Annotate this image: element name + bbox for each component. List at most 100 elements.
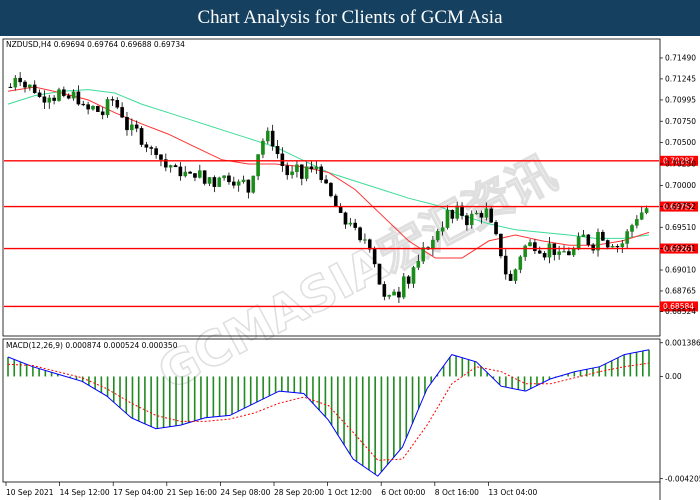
candle-body (499, 233, 503, 257)
candle-body (523, 245, 527, 258)
candle-body (130, 124, 134, 131)
candle-body (202, 170, 207, 184)
x-tick-label: 21 Sep 16:00 (167, 488, 217, 497)
candle-body (183, 171, 188, 177)
price-tick-label: 0.69510 (665, 223, 696, 232)
candle-body (139, 128, 144, 145)
candle-body (503, 255, 508, 275)
candle-body (411, 267, 416, 284)
candle-body (533, 242, 537, 252)
price-tick-label: 0.69261 (665, 244, 696, 253)
candle-body (198, 170, 202, 178)
candle (333, 193, 338, 207)
x-tick-label: 28 Sep 20:00 (274, 488, 324, 497)
candle (401, 272, 406, 300)
candle-body (159, 154, 163, 160)
candle-body (474, 212, 479, 215)
candle-body (562, 251, 566, 253)
x-tick-label: 24 Sep 08:00 (220, 488, 270, 497)
candle (377, 263, 382, 285)
candle-body (144, 144, 149, 148)
candle (217, 176, 222, 187)
price-tick-label: 0.69010 (665, 266, 696, 275)
candle-body (601, 231, 605, 241)
candle-body (18, 77, 22, 83)
candle-body (401, 276, 406, 298)
candle (358, 226, 362, 243)
candle-body (387, 295, 392, 297)
candle-body (406, 276, 411, 284)
price-tick-label: 0.71245 (665, 75, 696, 84)
candle-body (576, 236, 581, 250)
candle (139, 126, 144, 148)
candle-body (358, 227, 362, 241)
candle-body (115, 100, 120, 108)
candle-body (32, 84, 37, 93)
candle-body (309, 166, 314, 170)
candle-body (285, 165, 290, 176)
candle-body (455, 205, 459, 219)
candle-body (348, 222, 353, 225)
price-tick-label: 0.69752 (665, 202, 696, 211)
candle-body (431, 239, 435, 250)
price-tick-label: 0.71490 (665, 54, 696, 63)
candle-body (445, 210, 450, 228)
price-tick-label: 0.70500 (665, 138, 696, 147)
candle-body (193, 173, 197, 178)
candle-body (178, 166, 183, 177)
candle-body (232, 181, 236, 186)
candle-body (518, 256, 523, 270)
candle-body (479, 212, 484, 218)
candle-body (392, 291, 396, 296)
candle-body (630, 225, 634, 232)
candle-body (465, 215, 469, 226)
candle-body (329, 182, 333, 197)
candle-body (382, 284, 387, 297)
candle-body (52, 97, 56, 101)
macd-tick-label: 0.00 (665, 372, 682, 381)
candle-body (494, 222, 498, 235)
candle-body (13, 77, 18, 88)
x-tick-label: 6 Oct 00:00 (381, 488, 425, 497)
candle-body (338, 206, 343, 213)
macd-label: MACD(12,26,9) 0.000874 0.000524 0.000350 (6, 341, 178, 350)
candle-body (513, 269, 518, 281)
candle-body (508, 273, 513, 281)
candle-body (469, 213, 474, 226)
candle-body (110, 99, 115, 101)
candle-body (81, 103, 86, 106)
candle-body (227, 175, 231, 183)
macd-tick-label: -0.004205 (665, 474, 700, 483)
candle-body (319, 166, 324, 180)
candle-body (168, 165, 173, 168)
candle (329, 181, 333, 198)
candle-body (450, 210, 455, 219)
candle-body (537, 250, 542, 254)
x-tick-label: 13 Oct 04:00 (488, 488, 537, 497)
candle-body (557, 251, 561, 255)
candle-body (8, 86, 13, 89)
candle-body (372, 249, 377, 265)
candle-body (149, 147, 154, 149)
candle-body (299, 164, 304, 179)
candle-body (134, 124, 139, 129)
candle-body (207, 177, 212, 184)
price-tick-label: 0.70250 (665, 160, 696, 169)
candle-body (295, 164, 299, 172)
candle-body (333, 195, 338, 207)
candle-body (377, 263, 382, 285)
candle-body (484, 208, 489, 218)
symbol-header: NZDUSD,H4 0.69694 0.69764 0.69688 0.6973… (6, 40, 185, 49)
candle-body (635, 219, 639, 226)
candle-body (57, 89, 61, 101)
candle-body (416, 260, 421, 268)
price-tick-label: 0.70000 (665, 181, 696, 190)
candle-body (528, 242, 532, 247)
candle-body (586, 234, 591, 245)
candle-body (547, 243, 552, 258)
candle-body (440, 227, 445, 232)
candle-body (304, 166, 309, 179)
candle-body (265, 130, 270, 142)
candle-body (343, 212, 348, 225)
candle (105, 97, 110, 118)
